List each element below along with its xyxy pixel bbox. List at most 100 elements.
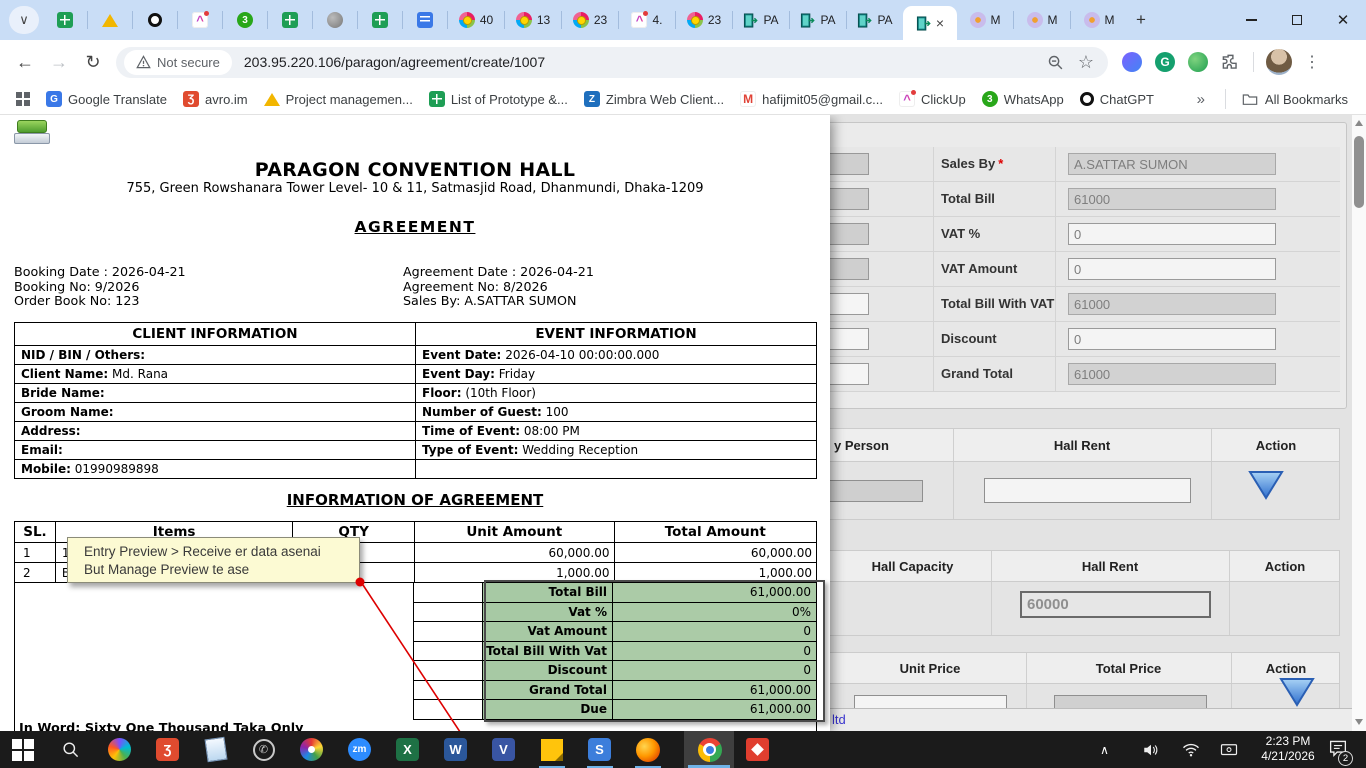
pinned-tab-sheets-3[interactable] [358,3,402,37]
tab-pa-2[interactable]: PA [790,3,846,37]
taskbar-sticky-notes[interactable] [539,737,564,762]
bookmark-zimbra[interactable]: ZZimbra Web Client... [584,91,724,107]
bookmark-avro[interactable]: Ʒavro.im [183,91,248,107]
back-button[interactable]: ← [8,45,42,79]
tab-close-button[interactable]: × [936,16,944,30]
bookmarks-overflow-button[interactable]: » [1197,91,1205,108]
hidden-field-stub[interactable] [826,293,869,315]
pinned-tab-sheets[interactable] [43,3,87,37]
notification-center-button[interactable]: 2 [1328,739,1348,762]
taskbar-excel[interactable]: X [395,737,420,762]
system-clock[interactable]: 2:23 PM 4/21/2026 [1252,734,1324,764]
window-minimize-button[interactable] [1228,0,1274,40]
page-scrollbar[interactable] [1352,115,1366,731]
extension-leaf-icon[interactable] [1188,52,1208,72]
pinned-tab-drive[interactable] [88,3,132,37]
address-bar[interactable]: Not secure 203.95.220.106/paragon/agreem… [116,47,1108,78]
taskbar-notepad[interactable] [203,737,228,762]
scroll-down-arrow[interactable] [1355,719,1363,725]
hidden-field-stub[interactable] [826,153,869,175]
taskbar-word[interactable]: W [443,737,468,762]
taskbar-red-app[interactable] [745,737,770,762]
start-button[interactable] [10,737,35,762]
taskbar-s-app[interactable]: S [587,737,612,762]
hidden-field-stub[interactable] [826,328,869,350]
tab-clickup-4[interactable]: 4. [619,3,675,37]
pinned-tab-sheets-2[interactable] [268,3,312,37]
window-restore-button[interactable] [1274,0,1320,40]
bookmark-gmail[interactable]: Mhafijmit05@gmail.c... [740,91,883,107]
taskbar-firefox[interactable] [635,737,660,762]
taskbar-zoom[interactable]: zm [347,737,372,762]
tab-active-paragon[interactable]: × [903,6,957,40]
chrome-icon [698,738,722,762]
hall-rent-input-2[interactable] [1020,591,1211,618]
tab-40[interactable]: 40 [448,3,504,37]
tray-wifi[interactable] [1178,737,1203,762]
total-bill-with-vat-input[interactable] [1068,293,1276,315]
extensions-puzzle-icon[interactable] [1221,53,1240,72]
taskbar-chrome-active[interactable] [684,731,734,768]
discount-input[interactable] [1068,328,1276,350]
bookmark-whatsapp[interactable]: 3WhatsApp [982,91,1064,107]
grammarly-icon[interactable]: G [1155,52,1175,72]
total-bill-input[interactable] [1068,188,1276,210]
bookmark-clickup[interactable]: ClickUp [899,91,966,107]
all-bookmarks-button[interactable]: All Bookmarks [1225,89,1348,109]
taskbar-whatsapp[interactable]: ✆ [251,737,276,762]
vat-pct-input[interactable] [1068,223,1276,245]
window-close-button[interactable]: ✕ [1320,0,1366,40]
sales-by-input[interactable] [1068,153,1276,175]
tray-expand-button[interactable]: ∧ [1092,737,1117,762]
tab-m-3[interactable]: M [1071,3,1127,37]
hidden-field-stub[interactable] [826,188,869,210]
pinned-tab-openai[interactable] [133,3,177,37]
taskbar-copilot[interactable] [107,737,132,762]
hall-rent-input-1[interactable] [984,478,1191,503]
pinned-tab-globe[interactable] [313,3,357,37]
browser-menu-button[interactable]: ⋮ [1304,52,1320,72]
taskbar-visio[interactable]: V [491,737,516,762]
pinned-tab-whatsapp[interactable]: 3 [223,3,267,37]
reload-button[interactable]: ↻ [76,45,110,79]
taskbar-search-button[interactable] [58,737,83,762]
grand-total-input[interactable] [1068,363,1276,385]
footer-link[interactable]: ltd [832,712,846,727]
hidden-field-stub[interactable] [826,223,869,245]
taskbar-avro[interactable]: Ʒ [155,737,180,762]
tab-pa-1[interactable]: PA [733,3,789,37]
security-chip[interactable]: Not secure [124,50,232,75]
apps-grid-icon[interactable] [16,92,30,106]
tab-pa-3[interactable]: PA [847,3,903,37]
extension-icon[interactable] [1122,52,1142,72]
bookmark-google-translate[interactable]: GGoogle Translate [46,91,167,107]
vat-amount-input[interactable] [1068,258,1276,280]
tab-13[interactable]: 13 [505,3,561,37]
action-dropdown-triangle[interactable] [1279,677,1315,707]
tab-23[interactable]: 23 [562,3,618,37]
hidden-field-stub[interactable] [826,258,869,280]
tab-23-2[interactable]: 23 [676,3,732,37]
bookmark-chatgpt[interactable]: ChatGPT [1080,92,1154,107]
new-tab-button[interactable]: + [1127,6,1155,34]
taskbar-media-app[interactable] [299,737,324,762]
hidden-field-stub[interactable] [826,363,869,385]
tray-volume[interactable] [1138,737,1163,762]
bookmark-prototype-list[interactable]: List of Prototype &... [429,91,568,107]
zoom-icon[interactable] [1047,54,1064,71]
tab-search-button[interactable]: ∨ [9,6,39,34]
tab-m-1[interactable]: M [957,3,1013,37]
profile-avatar[interactable] [1266,49,1292,75]
person-stub-input[interactable] [827,480,923,502]
scroll-up-arrow[interactable] [1355,120,1363,126]
bookmark-star-icon[interactable]: ☆ [1078,52,1094,73]
pinned-tab-docs[interactable] [403,3,447,37]
action-dropdown-triangle[interactable] [1248,470,1284,500]
tab-m-2[interactable]: M [1014,3,1070,37]
pinned-tab-clickup[interactable] [178,3,222,37]
print-button[interactable] [14,120,50,146]
scrollbar-thumb[interactable] [1354,136,1364,208]
forward-button[interactable]: → [42,45,76,79]
bookmark-project-management[interactable]: Project managemen... [264,92,413,107]
tray-cast[interactable] [1216,737,1241,762]
